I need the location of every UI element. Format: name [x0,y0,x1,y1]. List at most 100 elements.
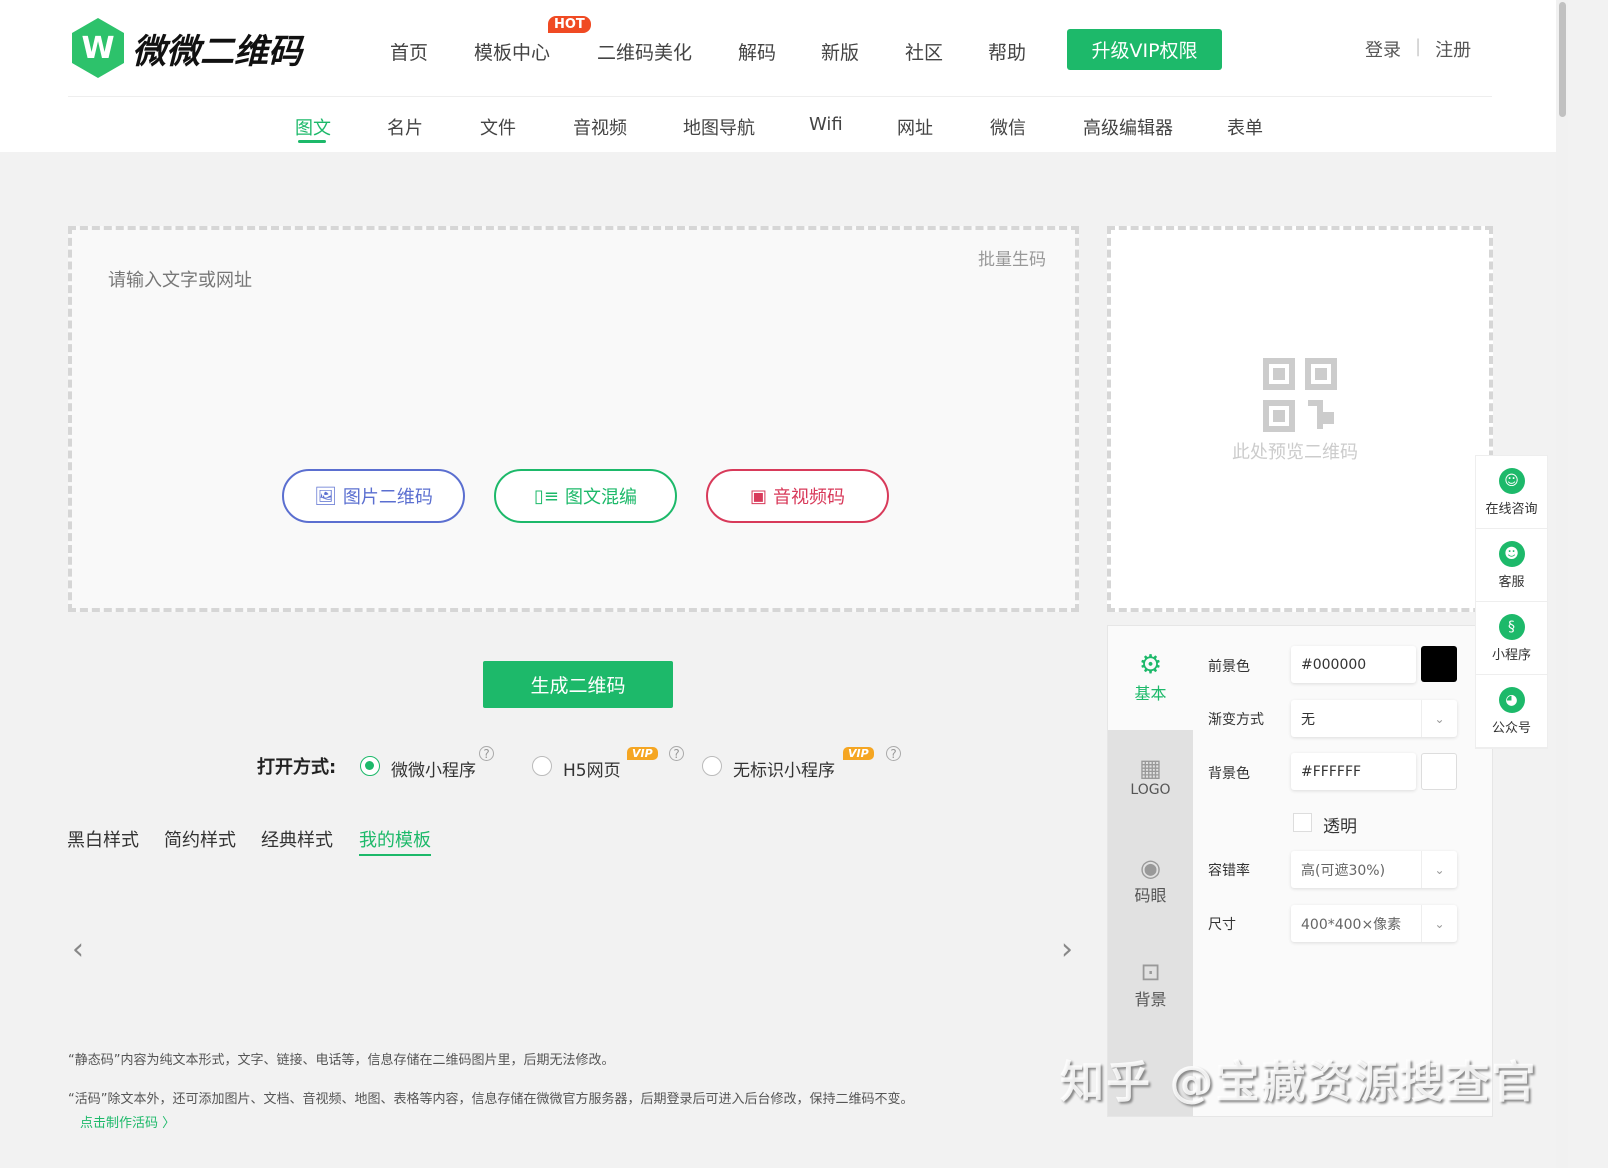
help-icon[interactable]: ? [669,746,684,761]
mixed-content-label: 图文混编 [565,487,637,508]
carousel-prev-icon[interactable]: ‹ [72,932,84,967]
headset-icon: ☺ [1498,467,1525,494]
image-qr-button[interactable]: 🖼 图片二维码 [282,469,465,523]
mixed-icon: ▯≡ [534,485,559,507]
wechat-icon: ◕ [1498,686,1525,713]
chevron-down-icon: ⌄ [1421,905,1457,942]
nav-decode[interactable]: 解码 [738,38,776,65]
vip-badge: VIP [843,747,874,760]
template-tab-mine[interactable]: 我的模板 [359,826,431,856]
option-mini-program[interactable]: 微微小程序 [391,756,476,781]
ecc-label: 容错率 [1208,863,1250,879]
dynamic-code-note: “活码”除文本外，还可添加图片、文档、音视频、地图、表格等内容，信息存储在微微官… [68,1092,914,1107]
nav-templates[interactable]: 模板中心 [474,38,550,65]
separator: | [1415,36,1422,57]
text-box-icon: ⊡ [1140,958,1161,986]
online-consult-button[interactable]: ☺ 在线咨询 [1476,456,1547,529]
tab-text[interactable]: 图文 [295,114,331,140]
image-qr-label: 图片二维码 [342,487,433,508]
template-tab-simple[interactable]: 简约样式 [164,826,236,852]
film-icon: ▣ [749,485,767,507]
option-unbranded[interactable]: 无标识小程序 [733,756,835,781]
template-tab-classic[interactable]: 经典样式 [261,826,333,852]
vip-badge: VIP [627,747,658,760]
nav-new[interactable]: 新版 [821,38,859,65]
tab-card[interactable]: 名片 [387,114,423,140]
foreground-label: 前景色 [1208,659,1250,675]
settings-tabs: ⚙ 基本 ▦ LOGO ◉ 码眼 ⊡ 背景 [1108,626,1193,1116]
tab-file[interactable]: 文件 [480,114,516,140]
static-code-note: “静态码”内容为纯文本形式，文字、链接、电话等，信息存储在二维码图片里，后期无法… [68,1053,615,1068]
mini-program-icon: § [1498,613,1525,640]
radio-button[interactable] [360,756,380,776]
settings-tab-basic[interactable]: ⚙ 基本 [1108,650,1193,704]
carousel-next-icon[interactable]: › [1061,932,1073,967]
av-qr-button[interactable]: ▣ 音视频码 [706,469,889,523]
floating-contact-bar: ☺ 在线咨询 ☻ 客服 § 小程序 ◕ 公众号 [1475,455,1548,749]
nav-community[interactable]: 社区 [905,38,943,65]
mini-program-button[interactable]: § 小程序 [1476,602,1547,675]
official-account-button[interactable]: ◕ 公众号 [1476,675,1547,748]
help-icon[interactable]: ? [886,746,901,761]
open-mode-label: 打开方式: [257,757,337,778]
hot-badge: HOT [548,16,591,33]
tab-wechat[interactable]: 微信 [990,114,1026,140]
active-tab-indicator [298,140,326,143]
login-link[interactable]: 登录 [1365,36,1401,62]
chevron-down-icon: ⌄ [1421,851,1457,888]
customer-service-button[interactable]: ☻ 客服 [1476,529,1547,602]
make-dynamic-link[interactable]: 点击制作活码 〉 [80,1112,175,1131]
background-label: 背景色 [1208,766,1250,782]
image-icon: 🖼 [314,485,337,507]
logo-text: 微微二维码 [132,31,302,72]
radio-mini-program[interactable] [360,756,380,780]
tab-wifi[interactable]: Wifi [809,114,843,135]
gradient-label: 渐变方式 [1208,712,1264,728]
scrollbar[interactable] [1556,0,1568,1168]
qr-placeholder-icon [1263,358,1337,432]
support-icon: ☻ [1498,540,1525,567]
nav-beautify[interactable]: 二维码美化 [597,38,692,65]
logo-icon: W [72,18,124,78]
mixed-content-button[interactable]: ▯≡ 图文混编 [494,469,677,523]
nav-home[interactable]: 首页 [390,38,428,65]
tab-url[interactable]: 网址 [897,114,933,140]
generate-qr-button[interactable]: 生成二维码 [483,661,673,708]
foreground-color-input[interactable]: #000000 [1291,646,1416,683]
settings-tab-eye[interactable]: ◉ 码眼 [1108,854,1193,906]
option-h5[interactable]: H5网页 [563,756,621,781]
divider [68,96,1492,97]
batch-generate-link[interactable]: 批量生码 [978,245,1046,270]
chevron-down-icon: ⌄ [1421,700,1457,737]
scrollbar-thumb[interactable] [1559,2,1566,117]
tab-form[interactable]: 表单 [1227,114,1263,140]
template-tab-bw[interactable]: 黑白样式 [67,826,139,852]
settings-tab-background[interactable]: ⊡ 背景 [1108,958,1193,1010]
foreground-swatch[interactable] [1421,646,1457,682]
radio-button[interactable] [702,756,722,776]
tab-map[interactable]: 地图导航 [683,114,755,140]
logo[interactable]: W 微微二维码 [72,18,302,78]
upgrade-vip-button[interactable]: 升级VIP权限 [1067,29,1222,70]
ecc-select[interactable]: 高(可遮30%) ⌄ [1291,851,1457,888]
tab-av[interactable]: 音视频 [573,114,627,140]
preview-text: 此处预览二维码 [1232,442,1358,463]
size-select[interactable]: 400*400×像素 ⌄ [1291,905,1457,942]
register-link[interactable]: 注册 [1435,36,1471,62]
tab-advanced-editor[interactable]: 高级编辑器 [1083,114,1173,140]
style-settings-panel: ⚙ 基本 ▦ LOGO ◉ 码眼 ⊡ 背景 前景色 #000000 渐变方式 无 ⌄ 背景… [1107,625,1493,1117]
transparent-checkbox[interactable] [1293,813,1312,832]
settings-tab-logo[interactable]: ▦ LOGO [1108,754,1193,798]
background-color-input[interactable]: #FFFFFF [1291,753,1416,790]
radio-h5[interactable] [532,756,552,780]
radio-button[interactable] [532,756,552,776]
radio-unbranded[interactable] [702,756,722,780]
nav-help[interactable]: 帮助 [988,38,1026,65]
help-icon[interactable]: ? [479,746,494,761]
av-qr-label: 音视频码 [773,487,845,508]
content-placeholder: 请输入文字或网址 [108,270,252,291]
background-swatch[interactable] [1421,753,1457,790]
gradient-select[interactable]: 无 ⌄ [1291,700,1457,737]
size-label: 尺寸 [1208,917,1236,933]
target-icon: ◉ [1140,854,1161,882]
